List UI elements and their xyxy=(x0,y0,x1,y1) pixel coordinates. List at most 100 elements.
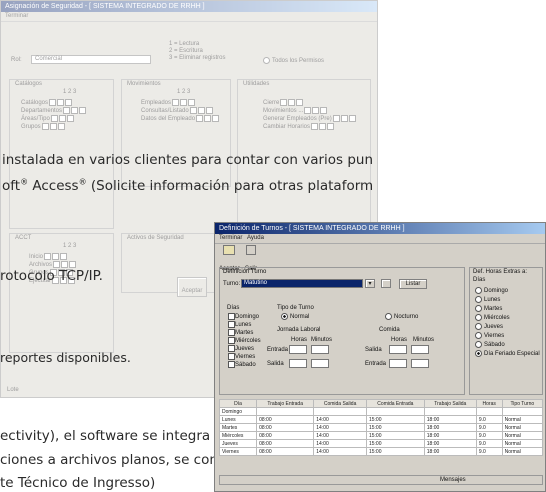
table-row[interactable]: Lunes 08:00 14:00 15:00 18:00 9.0 Normal xyxy=(218,415,544,424)
doc-line-2-access: Access xyxy=(28,178,79,194)
tipo-normal-option[interactable]: Normal xyxy=(281,313,309,320)
catalogos-title: Catálogos xyxy=(15,81,43,87)
table-row[interactable]: Domingo xyxy=(218,407,544,416)
perm-1: 1 = Lectura xyxy=(169,41,200,47)
rol-value: Comercial xyxy=(35,56,63,62)
he-martes[interactable]: Martes xyxy=(475,305,502,312)
he-viernes[interactable]: Viernes xyxy=(475,332,504,339)
turno-dropdown-button[interactable]: ▾ xyxy=(365,279,375,288)
status-text: Mensajes xyxy=(440,477,466,483)
movimientos-title: Movimientos xyxy=(127,81,161,87)
dias-label: Días xyxy=(227,305,240,311)
util-item-2[interactable]: Movimientos ... xyxy=(263,107,328,114)
acct-col-header: 1 2 3 xyxy=(63,243,77,249)
comida-salida-horas[interactable] xyxy=(389,345,407,354)
jornada-entrada-minutos[interactable] xyxy=(311,345,329,354)
dia-miercoles[interactable]: Miércoles xyxy=(227,337,261,344)
definicion-title: Definición Turno xyxy=(223,269,267,275)
perm-3: 3 = Eliminar registros xyxy=(169,55,226,61)
he-lunes[interactable]: Lunes xyxy=(475,296,500,303)
utilidades-title: Utilidades xyxy=(243,81,270,87)
th-horas: Horas xyxy=(475,399,503,408)
comida-salida-label: Salida xyxy=(365,347,382,353)
cat-item-2[interactable]: Departamentos xyxy=(21,107,87,114)
he-miercoles[interactable]: Miércoles xyxy=(475,314,510,321)
movimientos-group xyxy=(121,79,231,187)
he-feriado[interactable]: Día Feriado Especial xyxy=(475,350,540,357)
dia-martes[interactable]: Martes xyxy=(227,329,253,336)
he-jueves[interactable]: Jueves xyxy=(475,323,503,330)
doc-line-7: te Técnico de Ingresso) xyxy=(0,475,156,491)
util-item-3[interactable]: Generar Empleados (Pre) xyxy=(263,115,356,122)
comida-label: Comida xyxy=(379,327,400,333)
table-row[interactable]: Miércoles 08:00 14:00 15:00 18:00 9.0 Normal xyxy=(218,431,544,440)
acct-item-1[interactable]: Inicio xyxy=(29,253,68,260)
jornada-salida-horas[interactable] xyxy=(289,359,307,368)
he-sabado[interactable]: Sábado xyxy=(475,341,505,348)
menu-terminar[interactable]: Terminar xyxy=(219,235,242,241)
th-comida-salida: Comida Salida xyxy=(313,399,367,408)
catalogos-col-header: 1 2 3 xyxy=(63,89,77,95)
doc-line-2: oft® Access® (Solicite información para … xyxy=(2,178,373,194)
security-ok-button[interactable]: Aceptar xyxy=(177,277,207,297)
th-dia: Día xyxy=(218,399,258,408)
table-row[interactable]: Martes 08:00 14:00 15:00 18:00 9.0 Normal xyxy=(218,423,544,432)
comida-entrada-horas[interactable] xyxy=(389,359,407,368)
security-window-title: Asignación de Seguridad - [ SISTEMA INTE… xyxy=(1,1,377,12)
rol-label: Rol: xyxy=(11,57,22,63)
turnos-menubar: Terminar Ayuda xyxy=(215,234,545,244)
dia-viernes[interactable]: Viernes xyxy=(227,353,255,360)
turno-select[interactable]: Matutino xyxy=(241,279,363,288)
th-trabajo-salida: Trabajo Salida xyxy=(423,399,477,408)
cat-item-1[interactable]: Catálogos xyxy=(21,99,73,106)
all-perms-label: Todos los Permisos xyxy=(272,58,325,65)
turnos-table-header: Día Trabajo Entrada Comida Salida Comida… xyxy=(218,399,544,408)
turnos-table: Día Trabajo Entrada Comida Salida Comida… xyxy=(218,399,544,456)
acct-title: ACCT xyxy=(15,235,32,241)
menu-ayuda[interactable]: Ayuda xyxy=(247,235,264,241)
jornada-label: Jornada Laboral xyxy=(277,327,321,333)
all-perms-option[interactable]: Todos los Permisos xyxy=(263,57,324,64)
cat-item-4[interactable]: Grupos xyxy=(21,123,65,130)
perm-2: 2 = Escritura xyxy=(169,48,203,54)
dia-domingo[interactable]: Domingo xyxy=(227,313,259,320)
comida-salida-minutos[interactable] xyxy=(411,345,429,354)
dia-sabado[interactable]: Sábado xyxy=(227,361,256,368)
jornada-entrada-horas[interactable] xyxy=(289,345,307,354)
comida-entrada-minutos[interactable] xyxy=(411,359,429,368)
comida-entrada-label: Entrada xyxy=(365,361,387,367)
jornada-salida-minutos[interactable] xyxy=(311,359,329,368)
comida-minutos-label: Minutos xyxy=(413,337,435,343)
he-domingo[interactable]: Domingo xyxy=(475,287,508,294)
doc-line-3: rotocolo TCP/IP. xyxy=(0,268,103,284)
horas-extras-title: Def. Horas Extras a: xyxy=(473,269,528,275)
th-tipo-turno: Tipo Turno xyxy=(501,399,544,408)
mov-item-1[interactable]: Empleados xyxy=(141,99,196,106)
turno-extra-button[interactable] xyxy=(381,279,391,288)
mov-item-3[interactable]: Datos del Empleado xyxy=(141,115,220,122)
salida-label: Salida xyxy=(267,361,284,367)
turno-value: Matutino xyxy=(244,280,268,286)
tipo-nocturno-option[interactable]: Nocturno xyxy=(385,313,418,320)
dia-lunes[interactable]: Lunes xyxy=(227,321,251,328)
status-bar: Mensajes xyxy=(219,475,543,485)
mov-item-2[interactable]: Consultas/Listado xyxy=(141,107,213,114)
table-row[interactable]: Jueves 08:00 14:00 15:00 18:00 9.0 Normal xyxy=(218,439,544,448)
rol-select[interactable]: Comercial xyxy=(31,55,151,64)
jornada-minutos-label: Minutos xyxy=(311,337,333,343)
jornada-horas-label: Horas xyxy=(291,337,308,343)
listar-button[interactable]: Listar xyxy=(399,279,427,289)
doc-line-2-rest: (Solicite información para otras platafo… xyxy=(86,178,374,194)
chevron-down-icon: ▾ xyxy=(368,281,372,287)
doc-line-2-prefix: oft xyxy=(2,178,21,194)
dia-jueves[interactable]: Jueves xyxy=(227,345,254,352)
th-trabajo-entrada: Trabajo Entrada xyxy=(256,399,315,408)
table-row[interactable]: Viernes 08:00 14:00 15:00 18:00 9.0 Normal xyxy=(218,447,544,456)
security-menu-terminar[interactable]: Terminar xyxy=(1,12,377,22)
th-comida-entrada: Comida Entrada xyxy=(365,399,425,408)
turnos-window: Definición de Turnos - [ SISTEMA INTEGRA… xyxy=(214,222,546,492)
util-item-1[interactable]: Cierre xyxy=(263,99,304,106)
all-perms-radio[interactable] xyxy=(263,57,270,64)
util-item-4[interactable]: Cambiar Horarios xyxy=(263,123,335,130)
cat-item-3[interactable]: Áreas/Tipo xyxy=(21,115,74,122)
